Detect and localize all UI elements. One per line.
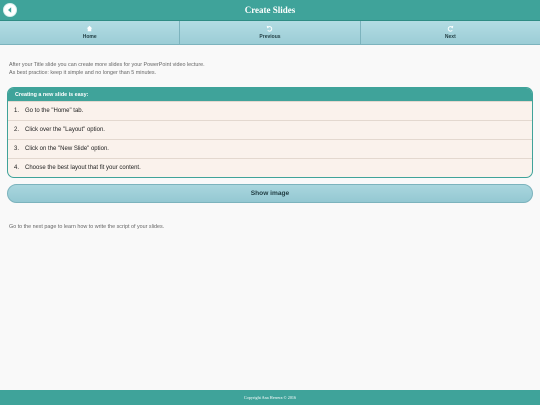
previous-button[interactable]: Previous xyxy=(180,21,361,44)
intro-text: After your Title slide you can create mo… xyxy=(9,61,529,77)
step-text: Go to the "Home" tab. xyxy=(25,108,84,114)
step-number: 1. xyxy=(14,108,20,114)
nav-bar: Home Previous Next xyxy=(0,21,540,45)
title-bar: Create Slides xyxy=(0,0,540,21)
step-text: Click over the "Layout" option. xyxy=(25,127,105,133)
step-item: 3. Click on the "New Slide" option. xyxy=(8,139,532,158)
home-label: Home xyxy=(82,34,97,40)
step-number: 2. xyxy=(14,127,20,133)
undo-icon xyxy=(267,25,273,32)
show-image-button[interactable]: Show image xyxy=(7,184,533,203)
previous-label: Previous xyxy=(259,34,281,40)
next-label: Next xyxy=(444,34,456,40)
intro-line: After your Title slide you can create mo… xyxy=(9,62,205,68)
step-item: 4. Choose the best layout that fit your … xyxy=(8,158,532,177)
step-number: 4. xyxy=(14,165,20,171)
step-item: 1. Go to the "Home" tab. xyxy=(8,101,532,120)
footer: Copyright Ana Herrera © 2016 xyxy=(0,390,540,405)
intro-line: As best practice: keep it simple and no … xyxy=(9,70,157,76)
home-button[interactable]: Home xyxy=(0,21,181,44)
page-title: Create Slides xyxy=(244,5,296,15)
step-item: 2. Click over the "Layout" option. xyxy=(8,120,532,139)
step-text: Click on the "New Slide" option. xyxy=(25,146,109,152)
step-number: 3. xyxy=(14,146,20,152)
next-button[interactable]: Next xyxy=(360,21,540,44)
back-arrow-icon xyxy=(8,7,12,13)
home-icon xyxy=(86,25,93,32)
copyright-text: Copyright Ana Herrera © 2016 xyxy=(243,395,297,400)
redo-icon xyxy=(447,25,454,32)
steps-panel: Creating a new slide is easy: 1. Go to t… xyxy=(7,87,533,178)
panel-title: Creating a new slide is easy: xyxy=(8,88,532,101)
back-button[interactable] xyxy=(3,3,17,17)
outro-text: Go to the next page to learn how to writ… xyxy=(9,224,165,230)
step-text: Choose the best layout that fit your con… xyxy=(25,165,141,171)
